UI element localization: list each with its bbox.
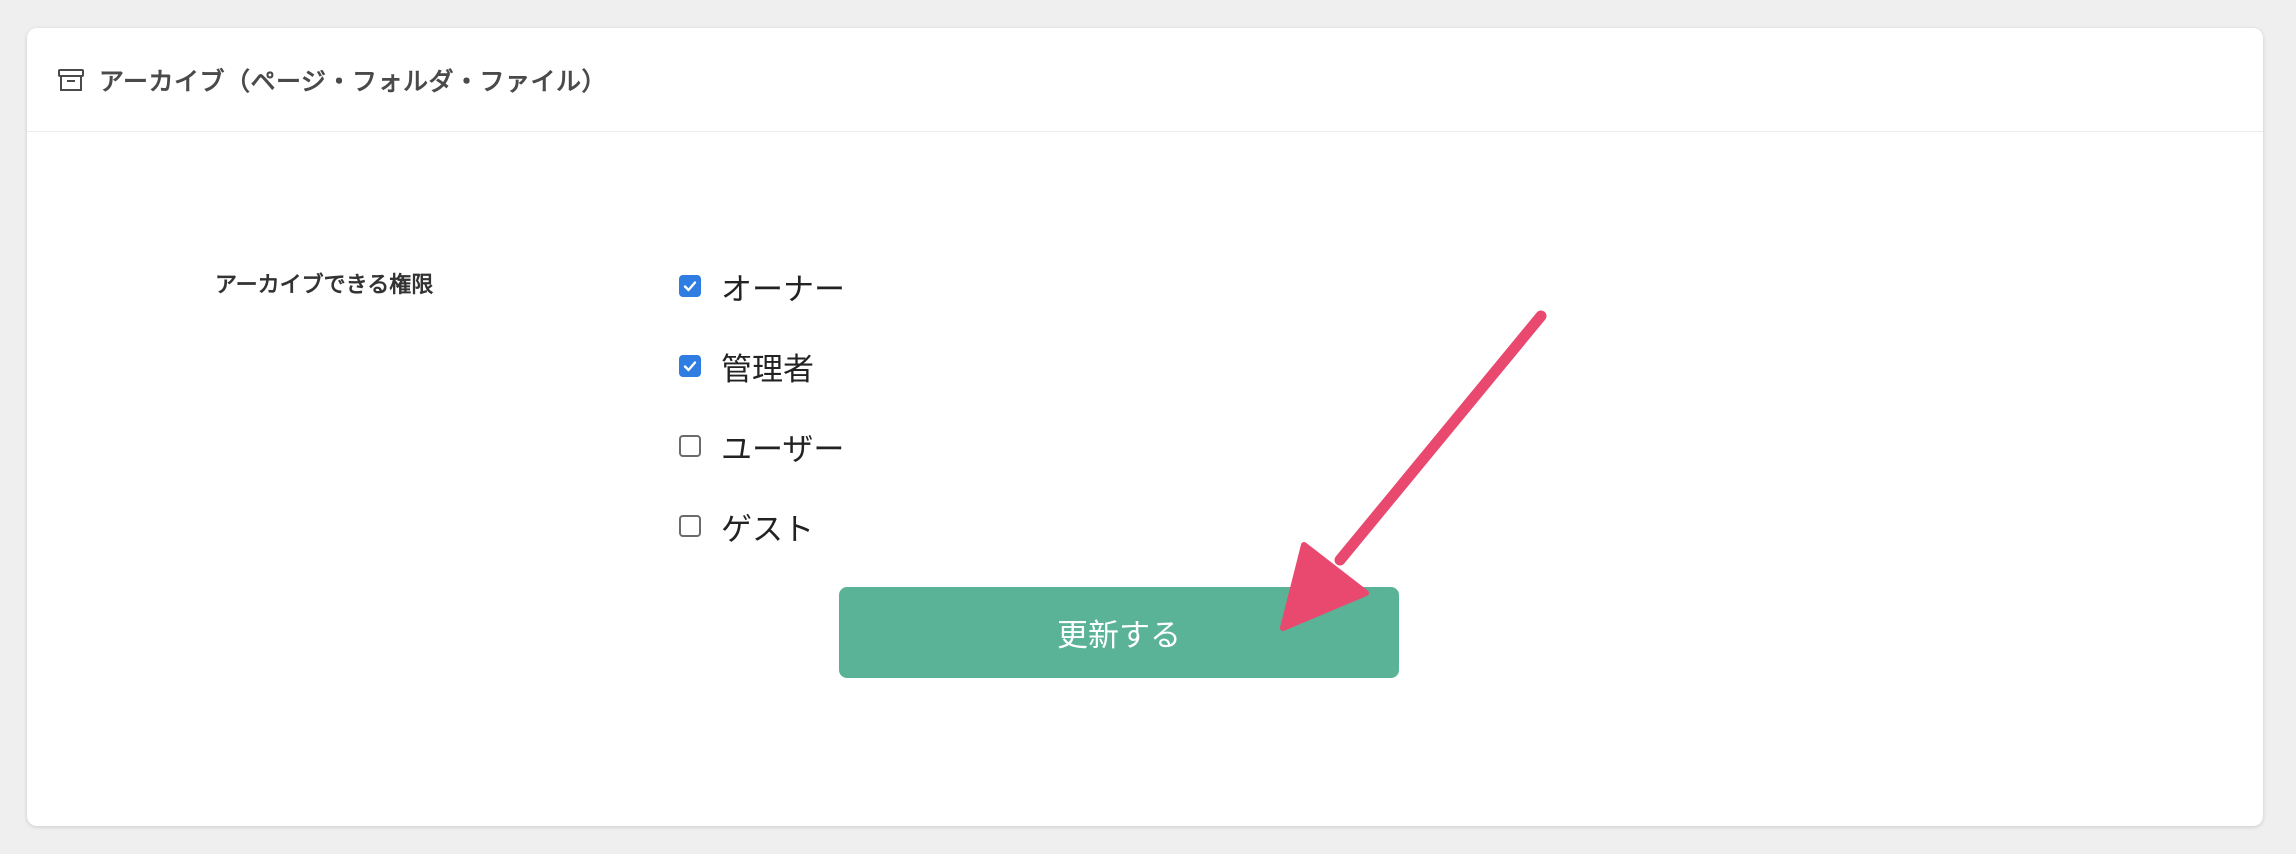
option-owner[interactable]: オーナー — [679, 246, 845, 326]
option-label-owner: オーナー — [721, 271, 845, 308]
permission-options: オーナー 管理者 ユーザー ゲスト — [679, 246, 845, 566]
update-button[interactable]: 更新する — [839, 587, 1399, 678]
checkbox-owner[interactable] — [679, 275, 701, 297]
option-admin[interactable]: 管理者 — [679, 326, 845, 406]
panel-title: アーカイブ（ページ・フォルダ・ファイル） — [99, 66, 608, 96]
option-label-guest: ゲスト — [721, 511, 814, 548]
option-guest[interactable]: ゲスト — [679, 486, 845, 566]
checkbox-guest[interactable] — [679, 515, 701, 537]
checkbox-user[interactable] — [679, 435, 701, 457]
permission-field-label: アーカイブできる権限 — [215, 273, 434, 298]
archive-icon — [57, 66, 85, 94]
checkbox-admin[interactable] — [679, 355, 701, 377]
option-user[interactable]: ユーザー — [679, 406, 845, 486]
card-header: アーカイブ（ページ・フォルダ・ファイル） — [27, 28, 2263, 132]
option-label-admin: 管理者 — [721, 351, 814, 388]
archive-settings-card: アーカイブ（ページ・フォルダ・ファイル） アーカイブできる権限 オーナー 管理者 — [27, 28, 2263, 826]
option-label-user: ユーザー — [721, 431, 845, 468]
